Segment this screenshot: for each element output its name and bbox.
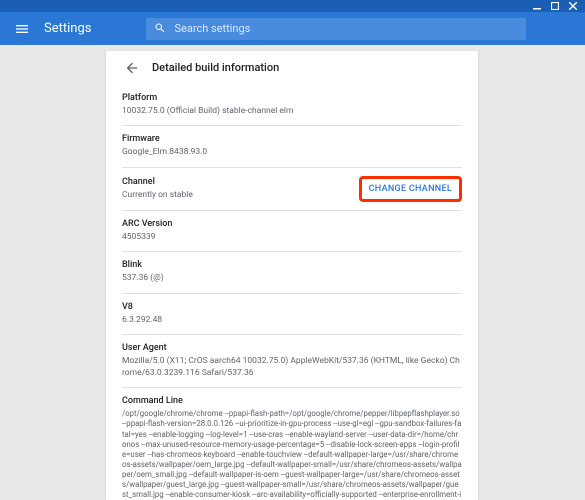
value-v8: 6.3.292.48 (122, 315, 462, 326)
search-icon (154, 19, 166, 38)
value-platform: 10032.75.0 (Official Build) stable-chann… (122, 106, 462, 117)
section-arc: ARC Version 4505339 (122, 211, 462, 252)
page-header: Detailed build information (122, 51, 462, 85)
value-blink: 537.36 (@) (122, 273, 462, 284)
label-v8: V8 (122, 302, 462, 312)
app-title: Settings (44, 21, 91, 36)
change-channel-button[interactable]: CHANGE CHANNEL (363, 180, 458, 198)
section-useragent: User Agent Mozilla/5.0 (X11; CrOS aarch6… (122, 335, 462, 388)
value-useragent: Mozilla/5.0 (X11; CrOS aarch64 10032.75.… (122, 356, 462, 379)
settings-card: Detailed build information Platform 1003… (106, 51, 478, 500)
label-useragent: User Agent (122, 343, 462, 353)
label-arc: ARC Version (122, 219, 462, 229)
section-platform: Platform 10032.75.0 (Official Build) sta… (122, 85, 462, 126)
app-header: Settings (0, 12, 585, 45)
page-title: Detailed build information (152, 61, 279, 74)
value-channel: Currently on stable (122, 190, 193, 201)
value-firmware: Google_Elm.8438.93.0 (122, 147, 462, 158)
menu-button[interactable] (10, 17, 34, 41)
value-arc: 4505339 (122, 232, 462, 243)
section-blink: Blink 537.36 (@) (122, 252, 462, 293)
minimize-icon[interactable] (533, 2, 541, 10)
section-commandline: Command Line /opt/google/chrome/chrome -… (122, 388, 462, 500)
search-field[interactable] (146, 18, 526, 40)
maximize-icon[interactable] (551, 2, 559, 10)
value-commandline: /opt/google/chrome/chrome --ppapi-flash-… (122, 409, 462, 500)
label-platform: Platform (122, 93, 462, 103)
label-blink: Blink (122, 260, 462, 270)
label-firmware: Firmware (122, 134, 462, 144)
highlight-box: CHANGE CHANNEL (359, 176, 462, 202)
label-channel: Channel (122, 177, 193, 187)
section-firmware: Firmware Google_Elm.8438.93.0 (122, 126, 462, 167)
close-icon[interactable] (569, 2, 577, 10)
label-commandline: Command Line (122, 396, 462, 406)
search-input[interactable] (174, 22, 518, 35)
back-button[interactable] (122, 58, 142, 78)
section-channel: Channel Currently on stable CHANGE CHANN… (122, 168, 462, 211)
section-v8: V8 6.3.292.48 (122, 294, 462, 335)
window-titlebar (0, 0, 585, 12)
